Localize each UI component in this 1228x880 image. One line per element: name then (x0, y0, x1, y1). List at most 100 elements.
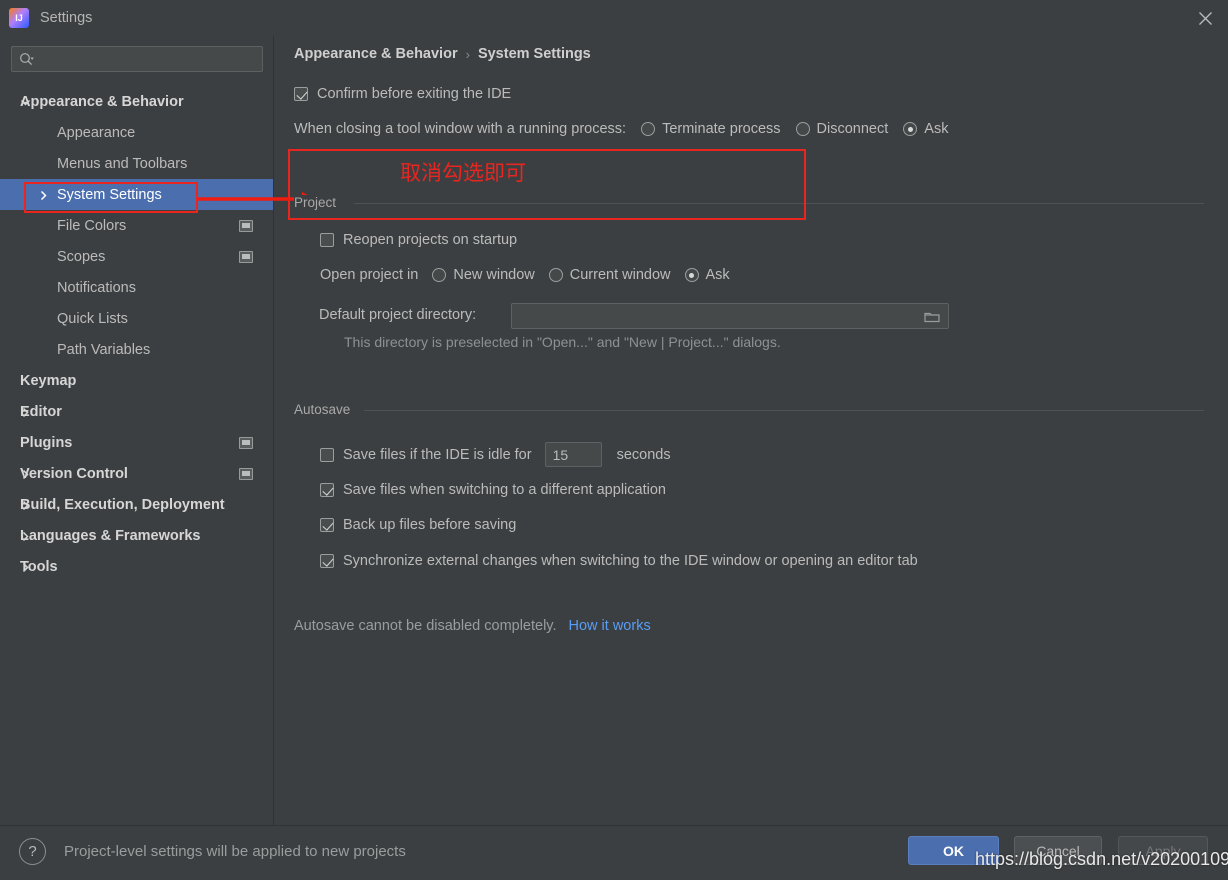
radio-terminate-process[interactable]: Terminate process (641, 121, 781, 137)
closing-tool-window-label: When closing a tool window with a runnin… (294, 121, 627, 137)
reopen-projects-row[interactable]: Reopen projects on startup (320, 232, 517, 248)
monitor-icon (239, 250, 253, 263)
chevron-right-icon[interactable] (20, 468, 31, 480)
sidebar-item-appearance-behavior[interactable]: Appearance & Behavior (0, 86, 273, 117)
question-mark-icon[interactable]: ? (19, 838, 46, 865)
closing-tool-window-row: When closing a tool window with a runnin… (294, 121, 948, 137)
sidebar-item-label: File Colors (57, 217, 127, 234)
sidebar-item-languages-frameworks[interactable]: Languages & Frameworks (0, 520, 273, 551)
sidebar-item-version-control[interactable]: Version Control (0, 458, 273, 489)
sidebar-item-path-variables[interactable]: Path Variables (0, 334, 273, 365)
reopen-projects-checkbox[interactable] (320, 233, 334, 247)
radio-disconnect[interactable]: Disconnect (795, 121, 889, 137)
cancel-button[interactable]: Cancel (1014, 836, 1102, 865)
sidebar-item-build-execution-deployment[interactable]: Build, Execution, Deployment (0, 489, 273, 520)
folder-icon[interactable] (924, 310, 940, 323)
autosave-idle-suffix: seconds (616, 446, 671, 463)
search-icon (19, 52, 34, 67)
default-project-directory-label: Default project directory: (319, 307, 477, 323)
search-box[interactable] (11, 46, 263, 72)
bottom-note: Project-level settings will be applied t… (64, 843, 406, 860)
reopen-projects-label: Reopen projects on startup (343, 232, 518, 248)
chevron-right-icon[interactable] (38, 189, 49, 201)
chevron-right-icon[interactable] (20, 561, 31, 573)
chevron-right-icon[interactable] (20, 406, 31, 418)
sidebar-item-label: Quick Lists (57, 310, 128, 327)
breadcrumb: Appearance & Behavior › System Settings (294, 46, 591, 62)
autosave-sync-row[interactable]: Synchronize external changes when switch… (320, 553, 918, 569)
intellij-idea-logo-icon (9, 8, 29, 28)
ask-toolwindow-radio[interactable] (903, 122, 918, 136)
title-bar: Settings (0, 0, 1228, 36)
sidebar-item-label: Path Variables (57, 341, 151, 358)
autosave-idle-row[interactable]: Save files if the IDE is idle for 15 sec… (320, 442, 671, 467)
project-group-divider (354, 203, 1204, 204)
default-project-directory-hint: This directory is preselected in "Open..… (344, 334, 781, 350)
autosave-idle-label: Save files if the IDE is idle for (343, 446, 532, 463)
sidebar-item-label: System Settings (57, 186, 162, 203)
apply-button[interactable]: Apply (1118, 836, 1208, 865)
autosave-sync-checkbox[interactable] (320, 554, 334, 568)
sidebar-item-file-colors[interactable]: File Colors (0, 210, 273, 241)
sidebar-item-notifications[interactable]: Notifications (0, 272, 273, 303)
ok-button[interactable]: OK (908, 836, 999, 865)
current-window-label: Current window (569, 267, 671, 283)
radio-new-window[interactable]: New window (432, 267, 535, 283)
settings-dialog: Settings Appearance & BehaviorAp (0, 0, 1228, 880)
disconnect-label: Disconnect (816, 121, 889, 137)
ask-openproject-radio[interactable] (684, 268, 699, 282)
chevron-right-icon[interactable] (20, 530, 31, 542)
default-project-directory-field[interactable] (511, 303, 949, 329)
autosave-idle-checkbox[interactable] (320, 447, 334, 462)
current-window-radio[interactable] (548, 268, 563, 282)
radio-current-window[interactable]: Current window (548, 267, 671, 283)
sidebar-item-system-settings[interactable]: System Settings (0, 179, 273, 210)
how-it-works-link[interactable]: How it works (569, 618, 651, 634)
autosave-note-row: Autosave cannot be disabled completely. … (294, 618, 651, 634)
sidebar-item-label: Languages & Frameworks (20, 527, 201, 544)
settings-main-panel: Appearance & Behavior › System Settings … (274, 36, 1228, 825)
monitor-icon (239, 219, 253, 232)
settings-tree: Appearance & Behavior Appearance Menus and… (0, 86, 273, 582)
sidebar-item-keymap[interactable]: Keymap (0, 365, 273, 396)
sidebar-item-tools[interactable]: Tools (0, 551, 273, 582)
confirm-exit-checkbox[interactable] (294, 87, 308, 101)
sidebar-item-appearance[interactable]: Appearance (0, 117, 273, 148)
autosave-backup-row[interactable]: Back up files before saving (320, 517, 516, 533)
sidebar-item-scopes[interactable]: Scopes (0, 241, 273, 272)
sidebar-item-label: Menus and Toolbars (57, 155, 188, 172)
autosave-backup-label: Back up files before saving (343, 517, 517, 533)
default-project-directory-row: Default project directory: (319, 307, 476, 323)
breadcrumb-current: System Settings (477, 46, 591, 62)
autosave-backup-checkbox[interactable] (320, 518, 334, 532)
chevron-right-icon[interactable] (20, 499, 31, 511)
sidebar-item-label: Keymap (20, 372, 77, 389)
confirm-exit-row[interactable]: Confirm before exiting the IDE (294, 86, 511, 102)
autosave-switch-app-checkbox[interactable] (320, 483, 334, 497)
autosave-sync-label: Synchronize external changes when switch… (343, 553, 918, 569)
radio-ask-openproject[interactable]: Ask (684, 267, 730, 283)
close-icon[interactable] (1182, 0, 1228, 36)
disconnect-radio[interactable] (795, 122, 810, 136)
autosave-switch-app-row[interactable]: Save files when switching to a different… (320, 482, 666, 498)
sidebar-item-quick-lists[interactable]: Quick Lists (0, 303, 273, 334)
sidebar-item-label: Scopes (57, 248, 106, 265)
new-window-radio[interactable] (432, 268, 447, 282)
search-input[interactable] (34, 51, 262, 67)
radio-ask-toolwindow[interactable]: Ask (903, 121, 948, 137)
open-project-in-label: Open project in (320, 267, 419, 283)
sidebar-item-editor[interactable]: Editor (0, 396, 273, 427)
monitor-icon (239, 436, 253, 449)
autosave-group-title: Autosave (294, 402, 359, 417)
autosave-idle-seconds-value: 15 (552, 446, 569, 463)
breadcrumb-parent[interactable]: Appearance & Behavior (294, 46, 458, 62)
sidebar-item-label: Plugins (20, 434, 73, 451)
chevron-down-icon[interactable] (20, 96, 31, 107)
sidebar-search-wrap (0, 36, 273, 72)
sidebar-item-label: Notifications (57, 279, 136, 296)
autosave-idle-seconds-input[interactable]: 15 (544, 442, 602, 467)
sidebar-item-plugins[interactable]: Plugins (0, 427, 273, 458)
terminate-process-radio[interactable] (641, 122, 656, 136)
sidebar-item-menus-and-toolbars[interactable]: Menus and Toolbars (0, 148, 273, 179)
project-group-title: Project (294, 195, 345, 210)
